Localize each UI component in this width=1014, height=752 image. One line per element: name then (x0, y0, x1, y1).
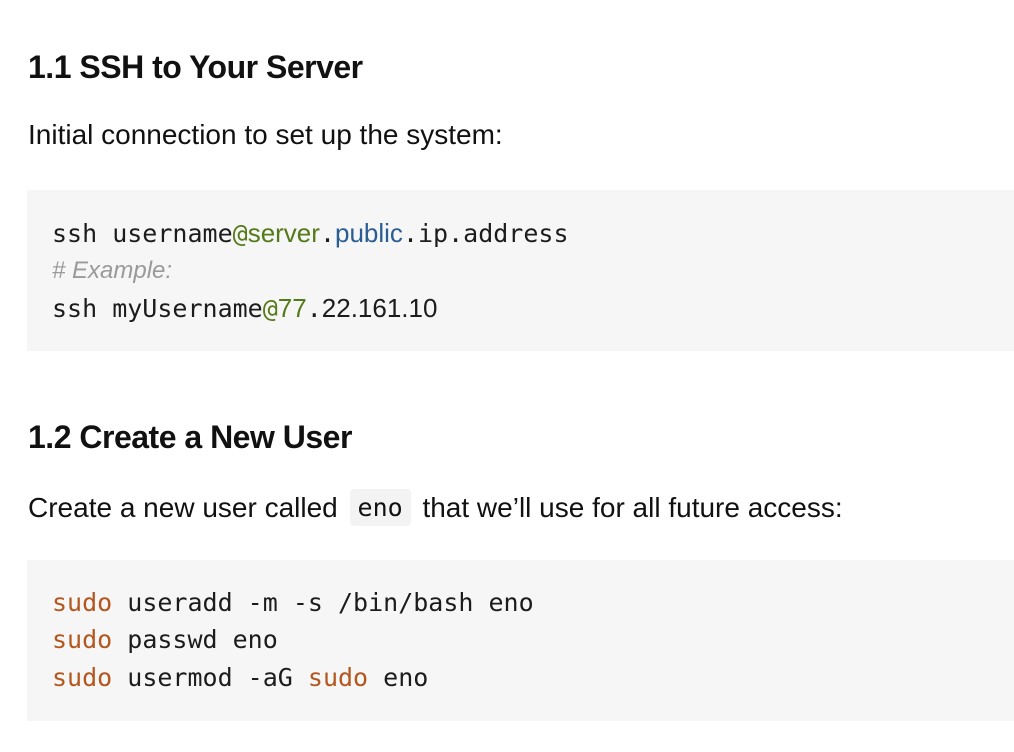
code-token-sudo: sudo (52, 663, 113, 692)
code-line-ssh-example: ssh myUsername@77.22.161.10 (52, 295, 437, 321)
code-token-dot: . (306, 294, 322, 323)
inline-code-eno: eno (349, 489, 411, 526)
code-token-ssh: ssh (52, 219, 98, 248)
code-token-at: @ (232, 219, 248, 248)
code-token-rest: .ip.address (402, 219, 569, 248)
code-token-dot: . (319, 219, 335, 248)
code-token-rest: useradd -m -s /bin/bash eno (112, 588, 534, 617)
code-token-sudo: sudo (52, 625, 113, 654)
section-heading-ssh: 1.1 SSH to Your Server (28, 49, 363, 85)
section-intro-create-user: Create a new user called eno that we’ll … (28, 489, 843, 526)
code-token-ip-first: 77 (277, 293, 307, 323)
code-token-at: @ (262, 294, 278, 323)
code-token-rest: eno (368, 663, 429, 692)
code-comment-example: # Example: (52, 257, 173, 284)
code-line-usermod: sudo usermod -aG sudo eno (52, 665, 428, 690)
section-heading-create-user: 1.2 Create a New User (28, 419, 352, 455)
code-line-useradd: sudo useradd -m -s /bin/bash eno (52, 590, 534, 615)
section-intro-ssh: Initial connection to set up the system: (28, 119, 503, 150)
code-token-ssh: ssh (52, 294, 98, 323)
code-token-usermod: usermod -aG (112, 663, 308, 692)
code-line-ssh-template: ssh username@server.public.ip.address (52, 220, 569, 246)
code-token-username: username (97, 219, 233, 248)
code-token-myusername: myUsername (97, 294, 263, 323)
intro-text-after: that we’ll use for all future access: (422, 492, 843, 523)
code-token-sudo-group: sudo (307, 663, 369, 692)
code-token-public: public (335, 218, 403, 248)
intro-text-before: Create a new user called (28, 492, 338, 523)
code-token-rest: passwd eno (112, 625, 278, 654)
code-token-sudo: sudo (52, 588, 113, 617)
code-block-ssh[interactable]: ssh username@server.public.ip.address # … (27, 190, 1014, 351)
code-block-create-user[interactable]: sudo useradd -m -s /bin/bash eno sudo pa… (27, 560, 1014, 721)
code-token-host: server (247, 218, 320, 248)
code-token-ip-rest: 22.161.10 (321, 293, 438, 323)
code-line-passwd: sudo passwd eno (52, 627, 278, 652)
